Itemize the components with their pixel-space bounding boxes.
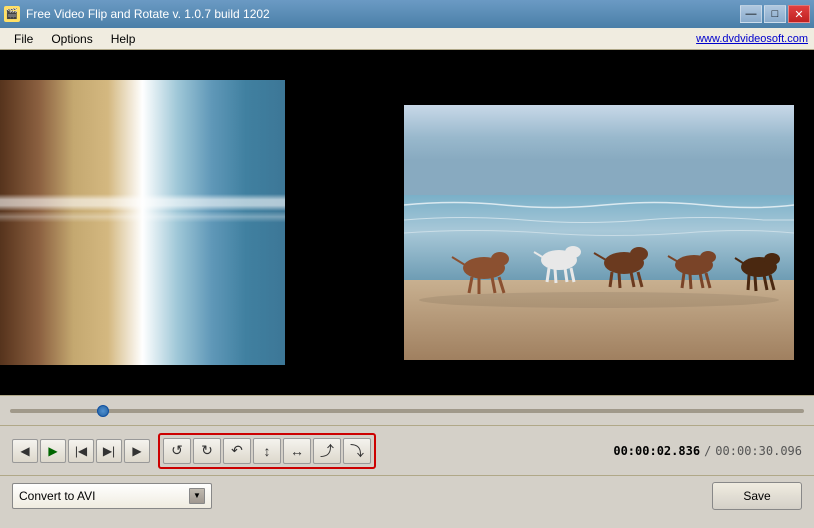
file-menu[interactable]: File [6,30,41,48]
time-display: 00:00:02.836 / 00:00:30.096 [613,444,802,458]
options-menu[interactable]: Options [43,30,100,48]
window-title: Free Video Flip and Rotate v. 1.0.7 buil… [26,7,270,21]
current-time: 00:00:02.836 [613,444,700,458]
flip-vertical-button[interactable]: ↕ [253,438,281,464]
prev-frame-button[interactable]: ◀ [12,439,38,463]
left-video-frame [0,80,285,365]
app-icon: 🎬 [4,6,20,22]
time-separator: / [704,444,711,458]
transform-buttons: ↺ ↻ ↶ ↕ ↔ ⤴ ⤵ [158,433,376,469]
playback-buttons: ◀ ▶ |◀ ▶| ▶ [12,439,150,463]
title-bar-left: 🎬 Free Video Flip and Rotate v. 1.0.7 bu… [4,6,270,22]
minimize-button[interactable]: — [740,5,762,23]
controls-area: ◀ ▶ |◀ ▶| ▶ ↺ ↻ ↶ ↕ ↔ ⤴ ⤵ 00:00:02.836 /… [0,425,814,475]
menu-items: File Options Help [6,30,143,48]
help-menu[interactable]: Help [103,30,144,48]
play-button[interactable]: ▶ [40,439,66,463]
go-start-button[interactable]: |◀ [68,439,94,463]
right-video-svg [404,105,794,360]
format-dropdown-label: Convert to AVI [19,489,95,503]
format-dropdown[interactable]: Convert to AVI ▼ [12,483,212,509]
rotate-left-90-button[interactable]: ↺ [163,438,191,464]
maximize-button[interactable]: □ [764,5,786,23]
seek-slider-thumb[interactable] [97,405,109,417]
save-button[interactable]: Save [712,482,802,510]
total-time: 00:00:30.096 [715,444,802,458]
go-end-button[interactable]: ▶| [96,439,122,463]
title-bar: 🎬 Free Video Flip and Rotate v. 1.0.7 bu… [0,0,814,28]
seek-slider-track[interactable] [10,409,804,413]
seek-slider-area [0,395,814,425]
next-frame-button[interactable]: ▶ [124,439,150,463]
close-button[interactable]: ✕ [788,5,810,23]
rotate-180-button[interactable]: ↶ [223,438,251,464]
bottom-bar: Convert to AVI ▼ Save [0,475,814,515]
rotate-left-45-button[interactable]: ⤴ [313,438,341,464]
menu-bar: File Options Help www.dvdvideosoft.com [0,28,814,50]
rotate-right-45-button[interactable]: ⤵ [343,438,371,464]
video-preview-left [0,50,285,395]
flip-horizontal-button[interactable]: ↔ [283,438,311,464]
rotate-right-90-button[interactable]: ↻ [193,438,221,464]
website-link[interactable]: www.dvdvideosoft.com [696,33,808,45]
video-preview-right [404,105,794,360]
main-video-area [0,50,814,395]
dropdown-arrow-icon: ▼ [189,488,205,504]
window-controls[interactable]: — □ ✕ [740,5,810,23]
